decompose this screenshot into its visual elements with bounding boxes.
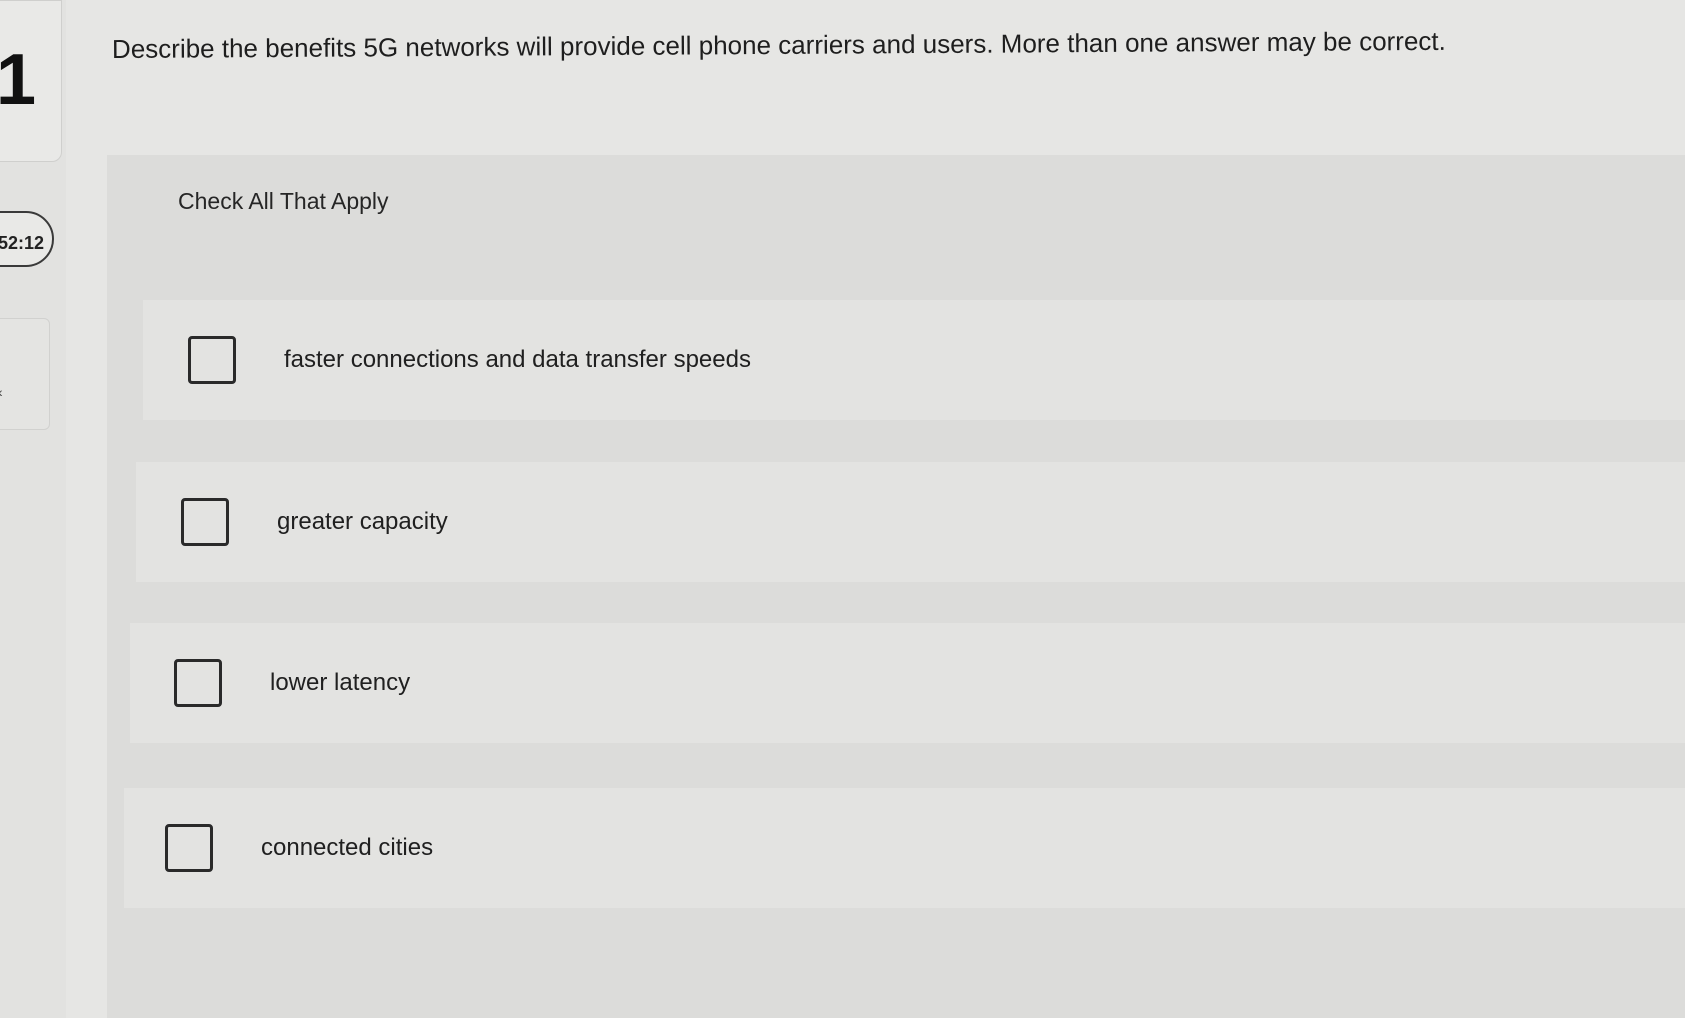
checkbox[interactable] (174, 659, 222, 707)
answer-option-faster-connections[interactable]: faster connections and data transfer spe… (143, 300, 1685, 420)
checkbox[interactable] (165, 824, 213, 872)
checkbox[interactable] (181, 498, 229, 546)
option-label: faster connections and data transfer spe… (284, 346, 751, 373)
timer-text: 52:12 (0, 233, 45, 253)
question-number: 1 (0, 40, 37, 120)
answer-option-lower-latency[interactable]: lower latency (130, 623, 1685, 743)
answer-option-connected-cities[interactable]: connected cities (124, 788, 1685, 908)
checkbox[interactable] (188, 336, 236, 384)
instruction-text: Check All That Apply (178, 188, 389, 214)
question-prompt: Describe the benefits 5G networks will p… (111, 25, 1446, 64)
option-label: lower latency (270, 669, 411, 696)
answer-option-greater-capacity[interactable]: greater capacity (136, 462, 1685, 582)
collapse-sidebar-button[interactable] (0, 318, 50, 430)
option-label: connected cities (261, 834, 434, 861)
option-label: greater capacity (277, 508, 448, 535)
chevron-left-icon: ‹ (0, 384, 3, 400)
